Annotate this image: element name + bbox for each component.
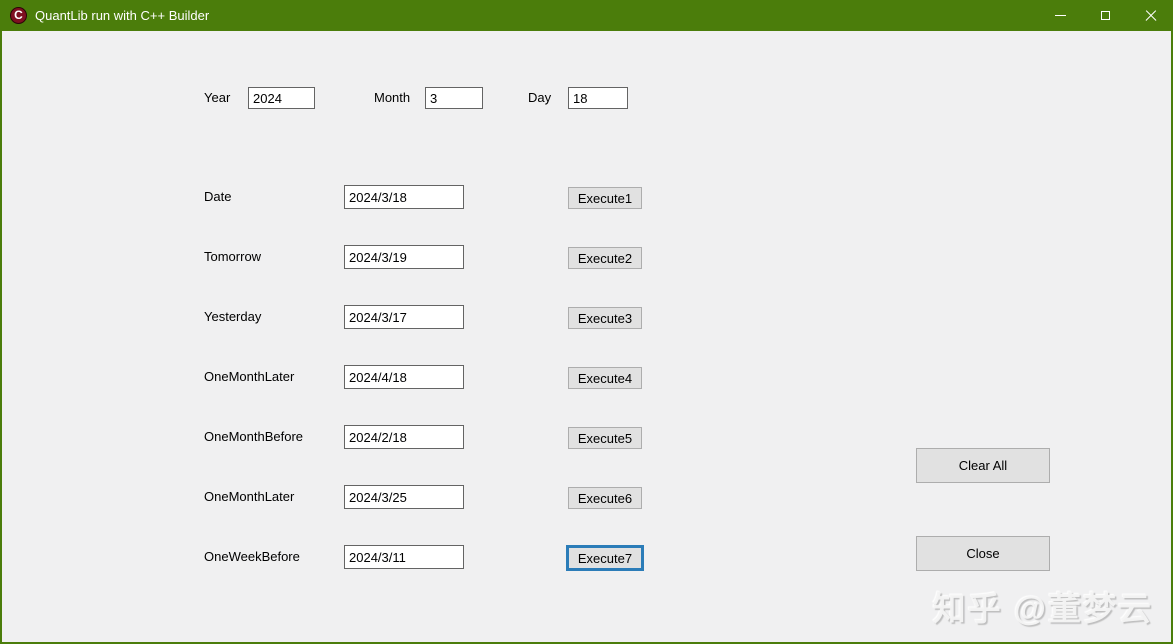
execute4-button[interactable]: Execute4 bbox=[568, 367, 642, 389]
clear-all-button[interactable]: Clear All bbox=[916, 448, 1050, 483]
one-month-before-input[interactable] bbox=[344, 425, 464, 449]
form-client-area: Year Month Day Date Execute1 Tomorrow Ex… bbox=[2, 31, 1171, 642]
month-label: Month bbox=[374, 90, 411, 105]
execute7-button[interactable]: Execute7 bbox=[568, 547, 642, 569]
row-yesterday: Yesterday Execute3 bbox=[2, 305, 1171, 365]
window-controls bbox=[1038, 0, 1171, 31]
row-date: Date Execute1 bbox=[2, 185, 1171, 245]
execute5-button[interactable]: Execute5 bbox=[568, 427, 642, 449]
cpp-builder-app-icon: C bbox=[10, 7, 27, 24]
date-label: Date bbox=[204, 189, 232, 204]
execute3-button[interactable]: Execute3 bbox=[568, 307, 642, 329]
one-month-later-input[interactable] bbox=[344, 365, 464, 389]
one-month-before-label: OneMonthBefore bbox=[204, 429, 304, 444]
minimize-button[interactable] bbox=[1038, 0, 1083, 31]
execute1-button[interactable]: Execute1 bbox=[568, 187, 642, 209]
date-input[interactable] bbox=[344, 185, 464, 209]
day-label: Day bbox=[528, 90, 552, 105]
maximize-icon bbox=[1101, 11, 1110, 20]
row-tomorrow: Tomorrow Execute2 bbox=[2, 245, 1171, 305]
one-week-before-input[interactable] bbox=[344, 545, 464, 569]
month-input[interactable] bbox=[425, 87, 483, 109]
minimize-icon bbox=[1055, 15, 1066, 16]
one-week-before-label: OneWeekBefore bbox=[204, 549, 300, 564]
one-week-later-input[interactable] bbox=[344, 485, 464, 509]
year-input[interactable] bbox=[248, 87, 315, 109]
maximize-button[interactable] bbox=[1083, 0, 1128, 31]
tomorrow-label: Tomorrow bbox=[204, 249, 262, 264]
yesterday-input[interactable] bbox=[344, 305, 464, 329]
year-label: Year bbox=[204, 90, 231, 105]
close-icon bbox=[1145, 10, 1157, 22]
yesterday-label: Yesterday bbox=[204, 309, 262, 324]
window-title: QuantLib run with C++ Builder bbox=[35, 8, 210, 23]
title-bar: C QuantLib run with C++ Builder bbox=[2, 0, 1171, 31]
execute2-button[interactable]: Execute2 bbox=[568, 247, 642, 269]
one-month-later-label: OneMonthLater bbox=[204, 369, 295, 384]
close-button[interactable]: Close bbox=[916, 536, 1050, 571]
close-window-button[interactable] bbox=[1128, 0, 1171, 31]
app-window: C QuantLib run with C++ Builder Year Mon… bbox=[0, 0, 1173, 644]
tomorrow-input[interactable] bbox=[344, 245, 464, 269]
execute6-button[interactable]: Execute6 bbox=[568, 487, 642, 509]
day-input[interactable] bbox=[568, 87, 628, 109]
row-one-month-later: OneMonthLater Execute4 bbox=[2, 365, 1171, 425]
one-week-later-label: OneMonthLater bbox=[204, 489, 295, 504]
